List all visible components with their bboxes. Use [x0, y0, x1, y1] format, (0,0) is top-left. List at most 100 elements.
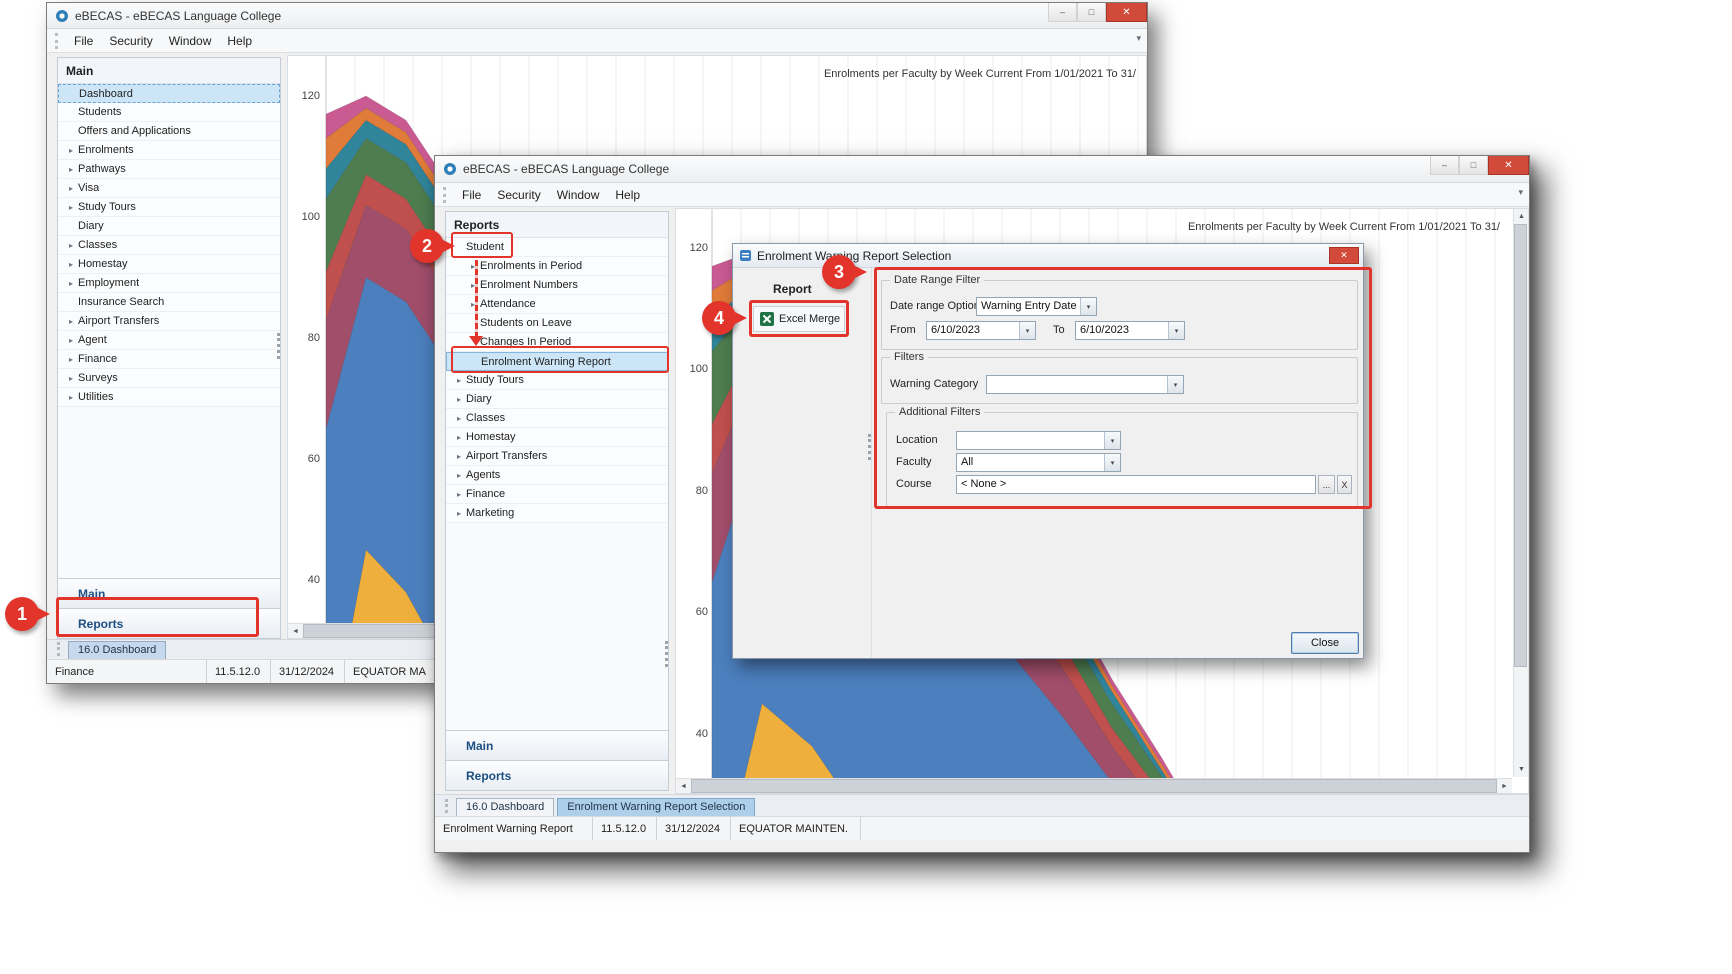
course-browse-button[interactable]: ... — [1318, 475, 1335, 494]
faculty-select[interactable]: All ▾ — [956, 453, 1121, 472]
sidebar-item-classes[interactable]: ▸Classes — [58, 236, 280, 255]
tree-item-diary[interactable]: ▸Diary — [446, 390, 668, 409]
maximize-button[interactable]: □ — [1459, 156, 1488, 175]
dropdown-arrow-icon[interactable]: ▾ — [1104, 454, 1120, 471]
expand-arrow-icon[interactable]: ▸ — [69, 393, 73, 402]
tree-item-marketing[interactable]: ▸Marketing — [446, 504, 668, 523]
tab-grip[interactable] — [445, 799, 448, 813]
sidebar-item-offers-and-applications[interactable]: Offers and Applications — [58, 122, 280, 141]
tree-item-enrolments-in-period[interactable]: ▸Enrolments in Period — [446, 257, 668, 276]
tree-item-agents[interactable]: ▸Agents — [446, 466, 668, 485]
expand-arrow-icon[interactable]: ▸ — [457, 471, 461, 480]
expand-arrow-icon[interactable]: ▸ — [69, 336, 73, 345]
expand-arrow-icon[interactable]: ▸ — [69, 165, 73, 174]
expand-arrow-icon[interactable]: ▸ — [69, 184, 73, 193]
nav-reports-button[interactable]: Reports — [58, 608, 280, 638]
sidebar-item-employment[interactable]: ▸Employment — [58, 274, 280, 293]
menubar-grip[interactable] — [443, 187, 446, 203]
nav-reports-button[interactable]: Reports — [446, 760, 668, 790]
panel-splitter[interactable] — [277, 333, 280, 359]
expand-arrow-icon[interactable]: ▸ — [457, 414, 461, 423]
menubar-overflow-icon[interactable]: ▾ — [1518, 187, 1523, 198]
sidebar-item-enrolments[interactable]: ▸Enrolments — [58, 141, 280, 160]
sidebar-item-dashboard[interactable]: Dashboard — [58, 84, 280, 103]
menu-item-help[interactable]: Help — [607, 185, 648, 205]
sidebar-item-finance[interactable]: ▸Finance — [58, 350, 280, 369]
vertical-scrollbar[interactable]: ▲ ▼ — [1513, 209, 1528, 777]
menu-item-file[interactable]: File — [454, 185, 489, 205]
menu-item-window[interactable]: Window — [161, 31, 220, 51]
tab-dashboard[interactable]: 16.0 Dashboard — [456, 798, 554, 816]
dropdown-arrow-icon[interactable]: ▾ — [1019, 322, 1035, 339]
sidebar-item-surveys[interactable]: ▸Surveys — [58, 369, 280, 388]
scrollbar-thumb[interactable] — [691, 779, 1497, 793]
course-field[interactable]: < None > — [956, 475, 1316, 494]
expand-arrow-icon[interactable]: ▸ — [457, 509, 461, 518]
expand-arrow-icon[interactable]: ▸ — [457, 490, 461, 499]
scroll-left-icon[interactable]: ◄ — [676, 779, 691, 794]
tree-item-airport-transfers[interactable]: ▸Airport Transfers — [446, 447, 668, 466]
date-range-option-select[interactable]: Warning Entry Date ▾ — [976, 297, 1097, 316]
close-button[interactable]: ✕ — [1488, 156, 1529, 175]
excel-merge-button[interactable]: Excel Merge — [753, 306, 845, 332]
dropdown-arrow-icon[interactable]: ▾ — [1167, 376, 1183, 393]
tree-item-students-on-leave[interactable]: Students on Leave — [446, 314, 668, 333]
tree-item-finance[interactable]: ▸Finance — [446, 485, 668, 504]
tree-item-homestay[interactable]: ▸Homestay — [446, 428, 668, 447]
sidebar-item-pathways[interactable]: ▸Pathways — [58, 160, 280, 179]
tree-item-enrolment-warning-report[interactable]: Enrolment Warning Report — [446, 352, 668, 371]
titlebar[interactable]: eBECAS - eBECAS Language College – □ ✕ — [435, 156, 1529, 183]
menubar-grip[interactable] — [55, 33, 58, 49]
to-date-picker[interactable]: 6/10/2023 ▾ — [1075, 321, 1185, 340]
expand-arrow-icon[interactable]: ▸ — [69, 279, 73, 288]
dropdown-arrow-icon[interactable]: ▾ — [1080, 298, 1096, 315]
scroll-down-icon[interactable]: ▼ — [1514, 762, 1529, 777]
menu-item-help[interactable]: Help — [219, 31, 260, 51]
location-select[interactable]: ▾ — [956, 431, 1121, 450]
tab-grip[interactable] — [57, 642, 60, 656]
tree-item-student[interactable]: Student — [446, 238, 668, 257]
scroll-right-icon[interactable]: ► — [1497, 779, 1512, 794]
scrollbar-thumb[interactable] — [1514, 224, 1527, 667]
tree-item-enrolment-numbers[interactable]: ▸Enrolment Numbers — [446, 276, 668, 295]
menu-item-file[interactable]: File — [66, 31, 101, 51]
scroll-left-icon[interactable]: ◄ — [288, 624, 303, 639]
expand-arrow-icon[interactable]: ▸ — [457, 452, 461, 461]
sidebar-item-utilities[interactable]: ▸Utilities — [58, 388, 280, 407]
maximize-button[interactable]: □ — [1077, 3, 1106, 22]
expand-arrow-icon[interactable]: ▸ — [69, 203, 73, 212]
panel-splitter[interactable] — [665, 641, 668, 667]
expand-arrow-icon[interactable]: ▸ — [69, 317, 73, 326]
dropdown-arrow-icon[interactable]: ▾ — [1168, 322, 1184, 339]
dialog-close-icon[interactable]: ✕ — [1329, 247, 1359, 264]
sidebar-item-agent[interactable]: ▸Agent — [58, 331, 280, 350]
scroll-up-icon[interactable]: ▲ — [1514, 209, 1529, 224]
dropdown-arrow-icon[interactable]: ▾ — [1104, 432, 1120, 449]
sidebar-item-study-tours[interactable]: ▸Study Tours — [58, 198, 280, 217]
expand-arrow-icon[interactable]: ▸ — [69, 355, 73, 364]
menubar-overflow-icon[interactable]: ▾ — [1136, 33, 1141, 44]
tab-enrolment-warning-report-selection[interactable]: Enrolment Warning Report Selection — [557, 798, 755, 816]
tree-item-study-tours[interactable]: ▸Study Tours — [446, 371, 668, 390]
dialog-splitter[interactable] — [868, 434, 871, 460]
close-button[interactable]: ✕ — [1106, 3, 1147, 22]
menu-item-security[interactable]: Security — [489, 185, 548, 205]
from-date-picker[interactable]: 6/10/2023 ▾ — [926, 321, 1036, 340]
course-clear-button[interactable]: X — [1337, 475, 1352, 494]
warning-category-select[interactable]: ▾ — [986, 375, 1184, 394]
expand-arrow-icon[interactable]: ▸ — [69, 260, 73, 269]
expand-arrow-icon[interactable]: ▸ — [69, 146, 73, 155]
titlebar[interactable]: eBECAS - eBECAS Language College – □ ✕ — [47, 3, 1147, 29]
tab-dashboard[interactable]: 16.0 Dashboard — [68, 641, 166, 659]
expand-arrow-icon[interactable]: ▸ — [457, 376, 461, 385]
expand-arrow-icon[interactable]: ▸ — [69, 374, 73, 383]
sidebar-item-visa[interactable]: ▸Visa — [58, 179, 280, 198]
nav-main-button[interactable]: Main — [58, 578, 280, 608]
sidebar-item-students[interactable]: Students — [58, 103, 280, 122]
minimize-button[interactable]: – — [1048, 3, 1077, 22]
expand-arrow-icon[interactable]: ▸ — [457, 395, 461, 404]
sidebar-item-homestay[interactable]: ▸Homestay — [58, 255, 280, 274]
expand-arrow-icon[interactable]: ▸ — [457, 433, 461, 442]
horizontal-scrollbar[interactable]: ◄ ► — [676, 778, 1512, 793]
nav-main-button[interactable]: Main — [446, 730, 668, 760]
